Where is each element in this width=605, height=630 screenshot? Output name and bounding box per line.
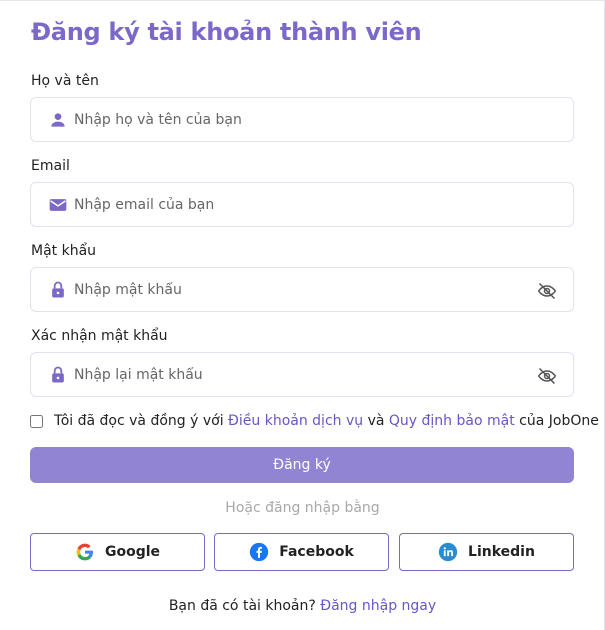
page-title: Đăng ký tài khoản thành viên <box>31 18 422 46</box>
facebook-icon <box>250 542 269 562</box>
register-button[interactable]: Đăng ký <box>30 447 574 483</box>
user-icon <box>51 113 65 127</box>
linkedin-login-button[interactable]: Linkedin <box>399 533 574 571</box>
login-link[interactable]: Đăng nhập ngay <box>320 598 436 614</box>
agreement-suffix: của JobOne <box>519 413 599 429</box>
login-row: Bạn đã có tài khoản? Đăng nhập ngay <box>0 598 605 614</box>
email-input[interactable] <box>74 183 514 226</box>
name-field-box <box>30 97 574 142</box>
password-field-box <box>30 267 574 312</box>
lock-icon <box>52 281 64 298</box>
password-label: Mật khẩu <box>31 243 97 259</box>
confirm-password-input[interactable] <box>74 353 514 396</box>
agreement-checkbox[interactable] <box>30 414 43 428</box>
email-label: Email <box>31 158 70 174</box>
confirm-password-label: Xác nhận mật khẩu <box>31 328 168 344</box>
eye-off-icon[interactable] <box>537 366 557 386</box>
email-field-box <box>30 182 574 227</box>
google-label: Google <box>104 544 161 560</box>
login-prompt: Bạn đã có tài khoản? <box>168 598 316 614</box>
terms-link[interactable]: Điều khoản dịch vụ <box>228 413 363 429</box>
eye-off-icon[interactable] <box>537 281 557 301</box>
agreement-and: và <box>367 413 385 429</box>
agreement-row: Tôi đã đọc và đồng ý với Điều khoản dịch… <box>30 413 599 429</box>
name-label: Họ và tên <box>31 73 99 89</box>
lock-icon <box>52 366 64 383</box>
confirm-password-field-box <box>30 352 574 397</box>
password-input[interactable] <box>74 268 514 311</box>
linkedin-label: Linkedin <box>468 544 535 560</box>
facebook-label: Facebook <box>279 544 354 560</box>
linkedin-icon <box>438 542 458 562</box>
mail-icon <box>49 199 67 211</box>
privacy-link[interactable]: Quy định bảo mật <box>389 413 515 429</box>
name-input[interactable] <box>74 98 514 141</box>
google-icon <box>76 543 93 561</box>
google-login-button[interactable]: Google <box>30 533 205 571</box>
or-divider-text: Hoặc đăng nhập bằng <box>225 500 380 516</box>
agreement-prefix: Tôi đã đọc và đồng ý với <box>54 413 224 429</box>
facebook-login-button[interactable]: Facebook <box>214 533 389 571</box>
